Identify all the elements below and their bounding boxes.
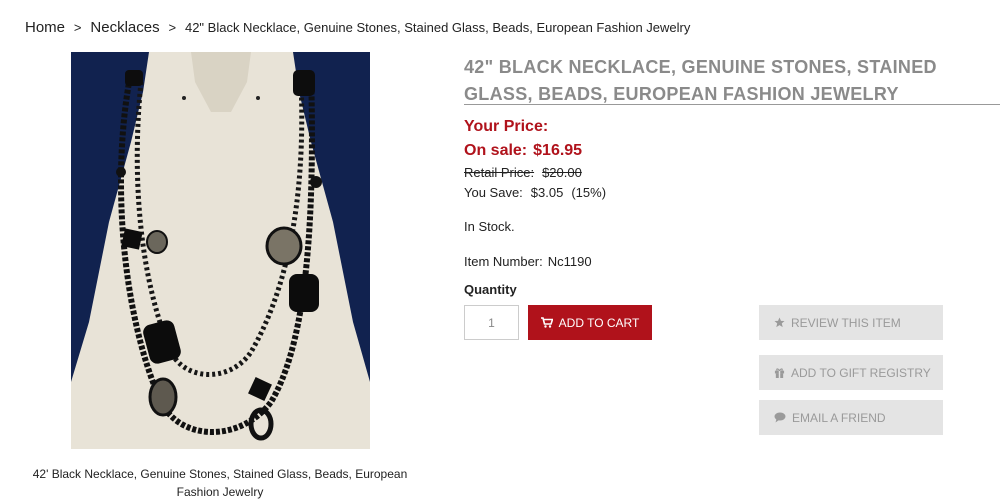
sale-price: $16.95	[533, 142, 583, 159]
title-divider	[464, 104, 1000, 105]
retail-price-row: Retail Price: $20.00	[464, 165, 582, 180]
gift-icon	[774, 367, 785, 378]
add-to-cart-label: ADD TO CART	[558, 315, 640, 330]
breadcrumb-separator: >	[73, 20, 82, 35]
gift-registry-button[interactable]: ADD TO GIFT REGISTRY	[759, 355, 943, 390]
you-save-percent: (15%)	[571, 185, 607, 200]
breadcrumb-current: 42" Black Necklace, Genuine Stones, Stai…	[184, 20, 691, 35]
speech-bubble-icon	[774, 412, 786, 423]
you-save-amount: $3.05	[530, 185, 564, 200]
gift-registry-label: ADD TO GIFT REGISTRY	[791, 365, 931, 380]
item-number-row: Item Number: Nc1190	[464, 254, 592, 269]
sale-price-row: On sale: $16.95	[464, 142, 582, 160]
quantity-label: Quantity	[464, 282, 517, 297]
product-image-caption: 42' Black Necklace, Genuine Stones, Stai…	[32, 467, 408, 499]
item-number-label: Item Number:	[464, 254, 543, 269]
on-sale-label: On sale:	[464, 142, 528, 159]
quantity-input[interactable]	[464, 305, 519, 340]
add-to-cart-button[interactable]: ADD TO CART	[528, 305, 652, 340]
retail-price: $20.00	[542, 165, 582, 180]
product-image[interactable]	[71, 52, 370, 449]
shopping-cart-icon	[540, 317, 553, 328]
breadcrumb-home-link[interactable]: Home	[25, 19, 65, 36]
retail-price-label: Retail Price:	[464, 165, 535, 180]
breadcrumb: Home > Necklaces > 42" Black Necklace, G…	[25, 19, 690, 36]
email-friend-label: EMAIL A FRIEND	[792, 410, 886, 425]
product-title: 42" Black Necklace, Genuine Stones, Stai…	[464, 57, 937, 104]
stock-status: In Stock.	[464, 219, 515, 234]
item-number: Nc1190	[547, 254, 592, 269]
your-price-label: Your Price:	[464, 118, 549, 135]
review-item-label: REVIEW THIS ITEM	[791, 315, 901, 330]
review-item-button[interactable]: REVIEW THIS ITEM	[759, 305, 943, 340]
email-friend-button[interactable]: EMAIL A FRIEND	[759, 400, 943, 435]
you-save-label: You Save:	[464, 185, 523, 200]
breadcrumb-separator: >	[168, 20, 177, 35]
breadcrumb-necklaces-link[interactable]: Necklaces	[90, 19, 159, 36]
you-save-row: You Save: $3.05 (15%)	[464, 185, 606, 200]
star-icon	[774, 317, 785, 328]
